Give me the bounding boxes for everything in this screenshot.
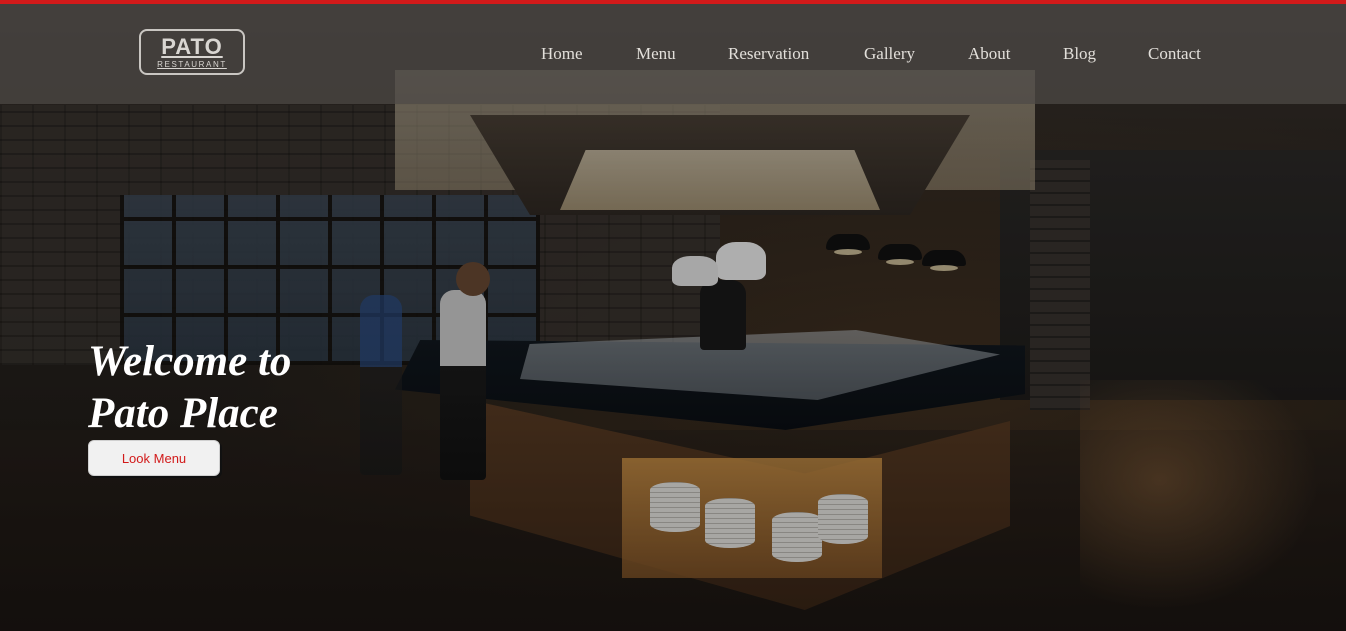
hero-title-line-2: Pato Place <box>88 390 278 437</box>
nav-gallery[interactable]: Gallery <box>864 42 915 66</box>
hero-title-line-1: Welcome to <box>88 338 292 385</box>
nav-menu[interactable]: Menu <box>636 42 676 66</box>
nav-reservation[interactable]: Reservation <box>728 42 809 66</box>
look-menu-button[interactable]: Look Menu <box>88 440 220 476</box>
nav-contact[interactable]: Contact <box>1148 42 1201 66</box>
landing-page: PATO RESTAURANT Home Menu Reservation Ga… <box>0 0 1346 631</box>
nav-about[interactable]: About <box>968 42 1011 66</box>
hero-title: Welcome to Pato Place <box>88 336 408 440</box>
main-nav: Home Menu Reservation Gallery About Blog… <box>0 42 1346 68</box>
top-accent-bar <box>0 0 1346 4</box>
nav-home[interactable]: Home <box>541 42 583 66</box>
nav-blog[interactable]: Blog <box>1063 42 1096 66</box>
